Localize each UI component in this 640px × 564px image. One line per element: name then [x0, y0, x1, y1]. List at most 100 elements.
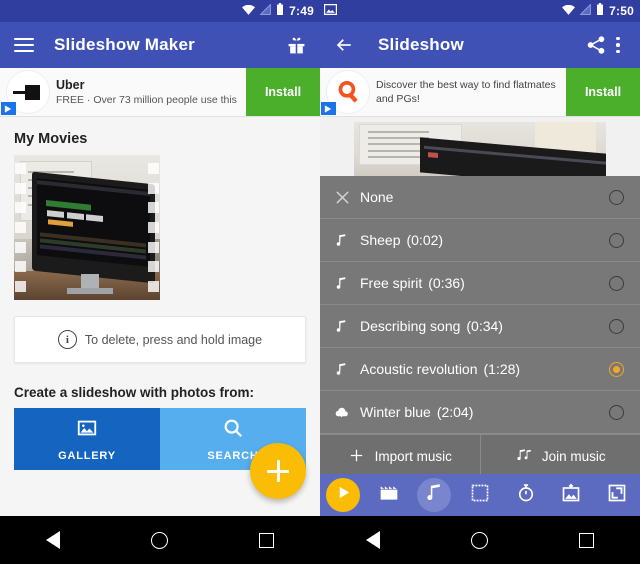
- music-row-radio-selected[interactable]: [609, 361, 624, 377]
- music-row-label: Winter blue (2:04): [360, 404, 474, 420]
- ad-install-button[interactable]: Install: [566, 68, 640, 116]
- clapper-icon: [379, 483, 399, 508]
- frame-button[interactable]: [463, 478, 497, 512]
- battery-icon: [596, 2, 604, 20]
- photo-notification-icon: [323, 2, 338, 20]
- nav-home-icon[interactable]: [463, 523, 497, 557]
- cloud-download-icon: [334, 405, 360, 420]
- hamburger-menu-icon[interactable]: [12, 33, 36, 57]
- nav-recents-icon[interactable]: [570, 523, 604, 557]
- slideshow-preview[interactable]: [320, 117, 640, 180]
- aspect-ratio-button[interactable]: [600, 478, 634, 512]
- play-icon: [336, 485, 351, 505]
- music-selection-sheet: None Sheep (0:02) Free spirit (0:36) Des…: [320, 176, 640, 478]
- music-row-label: Sheep (0:02): [360, 232, 444, 248]
- delete-hint-card: i To delete, press and hold image: [14, 316, 306, 363]
- ad-subtitle: Discover the best way to find flatmates …: [376, 79, 556, 105]
- music-row-label: Free spirit (0:36): [360, 275, 465, 291]
- status-time: 7:49: [289, 4, 314, 18]
- plus-icon: [348, 447, 365, 467]
- add-image-icon: [561, 483, 581, 508]
- share-icon[interactable]: [584, 33, 608, 57]
- music-note-icon: [334, 233, 360, 248]
- music-row-radio[interactable]: [609, 404, 624, 420]
- thumb-screen: [36, 178, 150, 267]
- double-note-icon: [515, 447, 532, 467]
- music-row-radio[interactable]: [609, 189, 624, 205]
- battery-icon: [276, 2, 284, 20]
- music-row-label: Describing song (0:34): [360, 318, 503, 334]
- right-app-bar: Slideshow: [320, 22, 640, 68]
- duration-button[interactable]: [509, 478, 543, 512]
- music-actions-row: Import music Join music: [320, 434, 640, 478]
- frame-icon: [470, 483, 490, 508]
- video-button[interactable]: [372, 478, 406, 512]
- import-music-button[interactable]: Import music: [320, 435, 481, 478]
- music-row-radio[interactable]: [609, 318, 624, 334]
- music-row-winter-blue[interactable]: Winter blue (2:04): [320, 391, 640, 434]
- nav-back-icon[interactable]: [356, 523, 390, 557]
- music-row-none[interactable]: None: [320, 176, 640, 219]
- music-row-label: Acoustic revolution (1:28): [360, 361, 521, 377]
- nav-home-icon[interactable]: [143, 523, 177, 557]
- gallery-label: GALLERY: [58, 449, 116, 462]
- music-row-describing-song[interactable]: Describing song (0:34): [320, 305, 640, 348]
- close-icon: [334, 189, 360, 206]
- resize-icon: [607, 483, 627, 508]
- adchoices-icon[interactable]: [321, 102, 336, 115]
- nav-back-icon[interactable]: [36, 523, 70, 557]
- left-ad-banner[interactable]: Uber FREE · Over 73 million people use t…: [0, 68, 320, 117]
- back-arrow-icon[interactable]: [332, 33, 356, 57]
- music-row-sheep[interactable]: Sheep (0:02): [320, 219, 640, 262]
- more-vertical-icon[interactable]: [608, 33, 628, 57]
- left-phone-screen: 7:49 Slideshow Maker Uber FREE · Over 73…: [0, 0, 320, 564]
- music-row-free-spirit[interactable]: Free spirit (0:36): [320, 262, 640, 305]
- adchoices-icon[interactable]: [1, 102, 16, 115]
- wifi-icon: [562, 2, 576, 20]
- right-phone-screen: 7:50 Slideshow Discover the best way to …: [320, 0, 640, 564]
- search-label: SEARCH: [207, 449, 259, 462]
- my-movies-title: My Movies: [14, 131, 88, 147]
- signal-icon: [259, 2, 272, 20]
- join-music-button[interactable]: Join music: [481, 435, 640, 478]
- status-icons: 7:50: [562, 2, 634, 20]
- preview-image: [354, 122, 606, 178]
- filmstrip-right: [147, 155, 160, 300]
- create-slideshow-title: Create a slideshow with photos from:: [14, 385, 255, 400]
- signal-icon: [579, 2, 592, 20]
- gallery-button[interactable]: GALLERY: [14, 408, 160, 470]
- search-icon: [222, 417, 244, 444]
- music-row-radio[interactable]: [609, 275, 624, 291]
- page-title: Slideshow Maker: [54, 35, 195, 54]
- nav-recents-icon[interactable]: [250, 523, 284, 557]
- left-app-bar: Slideshow Maker: [0, 22, 320, 68]
- music-button[interactable]: [417, 478, 452, 512]
- play-button[interactable]: [326, 478, 360, 512]
- movie-thumbnail[interactable]: [14, 155, 160, 300]
- music-note-icon: [334, 362, 360, 377]
- ad-text: Uber FREE · Over 73 million people use t…: [56, 68, 246, 116]
- music-row-label: None: [360, 189, 394, 205]
- left-content: My Movies i To delete, press and hold im…: [0, 117, 320, 517]
- music-note-icon: [424, 483, 444, 508]
- ad-subtitle: FREE · Over 73 million people use this: [56, 93, 237, 106]
- music-row-acoustic-revolution[interactable]: Acoustic revolution (1:28): [320, 348, 640, 391]
- delete-hint-text: To delete, press and hold image: [84, 332, 263, 347]
- thumb-stand: [81, 273, 99, 289]
- right-ad-banner[interactable]: Discover the best way to find flatmates …: [320, 68, 640, 117]
- ad-text: Discover the best way to find flatmates …: [376, 68, 566, 116]
- add-image-button[interactable]: [554, 478, 588, 512]
- status-time: 7:50: [609, 4, 634, 18]
- music-row-radio[interactable]: [609, 232, 624, 248]
- status-icons: 7:49: [242, 2, 314, 20]
- add-slideshow-fab[interactable]: [250, 443, 306, 499]
- ad-icon-wrap: [0, 68, 56, 116]
- gift-icon[interactable]: [284, 33, 308, 57]
- filmstrip-left: [14, 155, 27, 300]
- ad-install-button[interactable]: Install: [246, 68, 320, 116]
- timer-icon: [516, 483, 536, 508]
- ad-icon-wrap: [320, 68, 376, 116]
- join-music-label: Join music: [541, 449, 606, 464]
- music-note-icon: [334, 276, 360, 291]
- thumb-imac: [31, 171, 155, 284]
